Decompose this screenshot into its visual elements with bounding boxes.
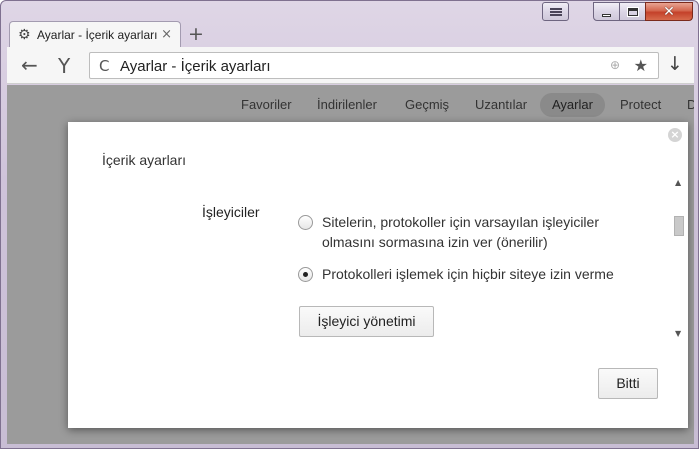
url-text[interactable]: Ayarlar - İçerik ayarları — [120, 58, 271, 75]
address-bar[interactable]: C Ayarlar - İçerik ayarları ⊕ ★ — [89, 52, 659, 79]
scroll-down-arrow-icon[interactable]: ▼ — [675, 329, 681, 338]
nav-item-settings[interactable]: Ayarlar — [540, 93, 605, 117]
radio-option-block-handlers[interactable]: Protokolleri işlemek için hiçbir siteye … — [298, 264, 642, 284]
section-label-handlers: İşleyiciler — [202, 204, 260, 220]
maximize-button[interactable] — [619, 2, 646, 21]
menu-button[interactable] — [542, 2, 569, 21]
bookmark-star-icon[interactable]: ★ — [634, 56, 648, 75]
nav-item-downloads[interactable]: İndirilenler — [317, 93, 377, 117]
toolbar: ← Y C Ayarlar - İçerik ayarları ⊕ ★ ↓ — [7, 47, 694, 84]
close-icon: ✕ — [663, 3, 675, 20]
radio-option-allow-handlers[interactable]: Sitelerin, protokoller için varsayılan i… — [298, 212, 642, 252]
dialog-close-icon[interactable]: × — [668, 128, 682, 142]
nav-item-extensions[interactable]: Uzantılar — [475, 93, 527, 117]
new-tab-button[interactable]: + — [188, 23, 204, 45]
radio-label[interactable]: Protokolleri işlemek için hiçbir siteye … — [322, 264, 642, 284]
tab-settings[interactable]: ⚙ Ayarlar - İçerik ayarları × — [9, 21, 181, 48]
gear-icon: ⚙ — [18, 27, 31, 43]
nav-item-favorites[interactable]: Favoriler — [241, 93, 292, 117]
minimize-icon — [602, 13, 611, 17]
dialog-title: İçerik ayarları — [102, 152, 187, 168]
globe-icon[interactable]: ⊕ — [610, 58, 620, 72]
scroll-up-arrow-icon[interactable]: ▲ — [675, 178, 681, 187]
nav-item-protect[interactable]: Protect — [620, 93, 661, 117]
reload-icon[interactable]: C — [99, 57, 109, 75]
radio-label[interactable]: Sitelerin, protokoller için varsayılan i… — [322, 212, 642, 252]
manage-handlers-button[interactable]: İşleyici yönetimi — [299, 306, 434, 337]
dialog-scrollbar[interactable]: ▲ ▼ — [672, 174, 686, 342]
nav-item-history[interactable]: Geçmiş — [405, 93, 449, 117]
done-button[interactable]: Bitti — [598, 368, 658, 399]
tab-close-icon[interactable]: × — [161, 27, 172, 42]
scroll-thumb[interactable] — [674, 216, 684, 236]
maximize-icon — [626, 6, 639, 17]
settings-nav: Favoriler İndirilenler Geçmiş Uzantılar … — [7, 93, 694, 117]
tab-title: Ayarlar - İçerik ayarları — [37, 28, 158, 42]
minimize-button[interactable] — [593, 2, 620, 21]
nav-item-more[interactable]: D — [687, 93, 694, 117]
radio-button-checked[interactable] — [298, 267, 313, 282]
yandex-logo-button[interactable]: Y — [58, 54, 70, 78]
close-window-button[interactable]: ✕ — [645, 2, 693, 21]
back-button[interactable]: ← — [21, 53, 38, 77]
download-icon[interactable]: ↓ — [667, 53, 683, 75]
hamburger-icon — [549, 7, 562, 16]
content-settings-dialog: × İçerik ayarları İşleyiciler Sitelerin,… — [68, 122, 688, 428]
radio-button[interactable] — [298, 215, 313, 230]
